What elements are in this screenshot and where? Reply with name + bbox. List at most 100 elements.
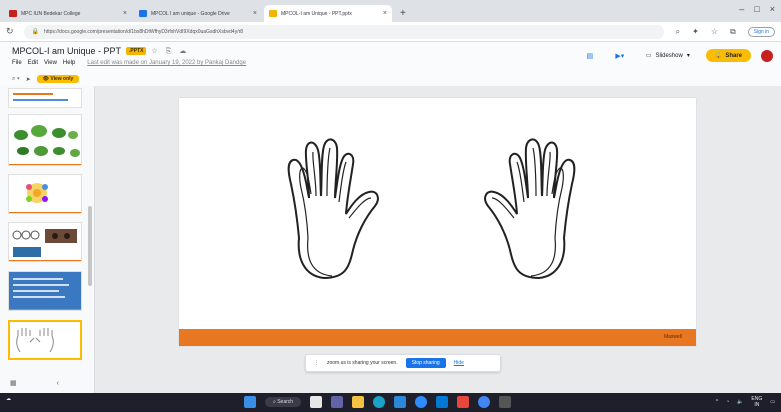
flower-image bbox=[9, 183, 81, 213]
lock-icon[interactable]: 🔒 bbox=[32, 28, 39, 35]
meet-icon[interactable]: ▶▾ bbox=[610, 50, 630, 62]
comments-icon[interactable]: ▤ bbox=[580, 50, 600, 62]
window-controls: – □ × bbox=[739, 4, 775, 14]
menu-file[interactable]: File bbox=[12, 60, 22, 66]
slide-footer-bar: Maxwell bbox=[179, 329, 696, 346]
system-tray: ^ ◔ 🔈 ENG IN ▭ bbox=[716, 396, 775, 408]
close-window-icon[interactable]: × bbox=[770, 4, 775, 14]
fingerprint-eye-image bbox=[9, 229, 81, 261]
title-icons: ☆ ⎘ ☁ bbox=[151, 47, 189, 56]
menu-view[interactable]: View bbox=[44, 60, 57, 66]
toolbar: ⌕ ▾ ➤ 👁 View only bbox=[0, 72, 781, 86]
text-slide-image bbox=[9, 272, 81, 310]
eye-icon: 👁 bbox=[42, 76, 49, 82]
file-explorer-icon[interactable] bbox=[352, 396, 365, 408]
stop-sharing-button[interactable]: Stop sharing bbox=[405, 358, 446, 368]
slide-thumbnail-3[interactable] bbox=[8, 174, 82, 214]
view-only-label: View only bbox=[50, 76, 74, 82]
share-button[interactable]: 🔒 Share bbox=[705, 49, 751, 62]
battery-icon[interactable]: ▭ bbox=[770, 399, 775, 405]
last-edit-link[interactable]: Last edit was made on January 19, 2022 b… bbox=[87, 60, 246, 66]
address-bar: ↻ 🔒 https://docs.google.com/presentation… bbox=[0, 22, 781, 42]
cloud-icon[interactable]: ☁ bbox=[179, 48, 189, 55]
view-only-button[interactable]: 👁 View only bbox=[36, 75, 80, 83]
weather-widget[interactable]: ☁ bbox=[6, 396, 11, 402]
chevron-up-icon[interactable]: ^ bbox=[716, 399, 718, 405]
windows-start-icon[interactable] bbox=[244, 396, 256, 408]
url-field[interactable]: 🔒 https://docs.google.com/presentation/d… bbox=[23, 24, 664, 39]
filmstrip-footer: ▦ ‹ bbox=[0, 373, 94, 393]
filmstrip-scrollbar[interactable] bbox=[88, 206, 92, 286]
address-icons: ⌕ ✦ ☆ ⧉ Sign in bbox=[676, 26, 775, 37]
drag-handle-icon[interactable]: ⋮ bbox=[314, 360, 319, 366]
settings-gear-icon[interactable] bbox=[499, 396, 512, 408]
edge-icon[interactable] bbox=[373, 396, 386, 408]
select-cursor-icon[interactable]: ➤ bbox=[26, 76, 31, 83]
collections-icon[interactable]: ⧉ bbox=[730, 27, 736, 37]
footer-logo: Maxwell bbox=[663, 334, 682, 340]
move-icon[interactable]: ⎘ bbox=[166, 48, 175, 55]
screen-share-notice: ⋮ zoom.us is sharing your screen. Stop s… bbox=[305, 354, 501, 372]
slide-thumbnail-2[interactable] bbox=[8, 114, 82, 166]
hide-link[interactable]: Hide bbox=[454, 360, 464, 366]
lock-icon: 🔒 bbox=[714, 53, 723, 59]
slide-thumbnail-4[interactable] bbox=[8, 222, 82, 262]
region-code: IN bbox=[754, 402, 760, 408]
wifi-icon[interactable]: ◔ bbox=[726, 399, 729, 405]
browser-tab-1[interactable]: MPC IUN Bedekar College × bbox=[4, 5, 132, 22]
app-icon[interactable] bbox=[457, 396, 470, 408]
teams-icon[interactable] bbox=[331, 396, 344, 408]
avatar[interactable] bbox=[761, 49, 773, 62]
left-hand-outline bbox=[287, 138, 379, 280]
slide-thumbnail-6-selected[interactable] bbox=[8, 320, 82, 360]
two-hands-outline-image bbox=[287, 138, 576, 280]
zoom-icon[interactable]: ⌕ bbox=[676, 27, 680, 37]
extensions-icon[interactable]: ✦ bbox=[692, 27, 699, 36]
slide-thumbnail-1[interactable] bbox=[8, 88, 82, 108]
favicon-icon bbox=[139, 10, 147, 17]
chevron-down-icon[interactable]: ▾ bbox=[687, 52, 690, 59]
reload-icon[interactable]: ↻ bbox=[6, 26, 14, 37]
star-icon[interactable]: ☆ bbox=[151, 48, 160, 55]
hands-thumbnail-image bbox=[16, 328, 54, 353]
windows-taskbar: ☁ ⌕ Search ^ ◔ 🔈 ENG IN ▭ bbox=[0, 393, 781, 412]
menu-edit[interactable]: Edit bbox=[28, 60, 38, 66]
taskbar-search[interactable]: ⌕ Search bbox=[265, 397, 302, 407]
slide-canvas: Maxwell ⋮ zoom.us is sharing your screen… bbox=[95, 86, 781, 393]
current-slide: Maxwell bbox=[179, 98, 696, 346]
doc-title[interactable]: MPCOL-I am Unique - PPT bbox=[12, 46, 121, 56]
favorites-icon[interactable]: ☆ bbox=[711, 27, 718, 36]
menu-help[interactable]: Help bbox=[63, 60, 75, 66]
volume-icon[interactable]: 🔈 bbox=[737, 399, 743, 405]
slides-header: MPCOL-I am Unique - PPT .PPTX ☆ ⎘ ☁ File… bbox=[0, 42, 781, 72]
browser-tabstrip: MPC IUN Bedekar College × MPCOL I am uni… bbox=[0, 0, 781, 22]
collapse-panel-icon[interactable]: ‹ bbox=[57, 380, 59, 387]
sign-in-button[interactable]: Sign in bbox=[747, 26, 775, 37]
tab-title: MPCOL-I am Unique - PPT.pptx bbox=[281, 10, 352, 17]
close-tab-icon[interactable]: × bbox=[123, 10, 127, 17]
browser-tab-2[interactable]: MPCOL I am unique - Google Drive × bbox=[134, 5, 262, 22]
slide-thumbnail-5[interactable] bbox=[8, 271, 82, 311]
grid-view-icon[interactable]: ▦ bbox=[10, 379, 17, 387]
minimize-icon[interactable]: – bbox=[739, 4, 744, 14]
zoom-icon[interactable]: ⌕ ▾ bbox=[12, 76, 20, 83]
store-icon[interactable] bbox=[394, 396, 407, 408]
language-indicator[interactable]: ENG IN bbox=[751, 396, 762, 408]
taskbar-search-label: Search bbox=[277, 399, 294, 405]
close-tab-icon[interactable]: × bbox=[383, 10, 387, 17]
url-text: https://docs.google.com/presentation/d/1… bbox=[44, 28, 244, 35]
zoom-app-icon[interactable] bbox=[415, 396, 428, 408]
doc-title-row: MPCOL-I am Unique - PPT .PPTX ☆ ⎘ ☁ bbox=[12, 46, 189, 56]
thumb-text-lines bbox=[13, 93, 68, 101]
maximize-icon[interactable]: □ bbox=[754, 4, 759, 14]
slideshow-button[interactable]: ▭ Slideshow ▾ bbox=[640, 50, 696, 61]
header-actions: ▤ ▶▾ ▭ Slideshow ▾ 🔒 Share bbox=[580, 49, 773, 62]
close-tab-icon[interactable]: × bbox=[253, 10, 257, 17]
new-tab-button[interactable]: + bbox=[400, 8, 406, 19]
task-view-icon[interactable] bbox=[310, 396, 323, 408]
favicon-icon bbox=[9, 10, 17, 17]
browser-tab-3-active[interactable]: MPCOL-I am Unique - PPT.pptx × bbox=[264, 5, 392, 22]
chrome-icon[interactable] bbox=[478, 396, 491, 408]
slideshow-icon: ▭ bbox=[645, 53, 652, 59]
photos-icon[interactable] bbox=[436, 396, 449, 408]
